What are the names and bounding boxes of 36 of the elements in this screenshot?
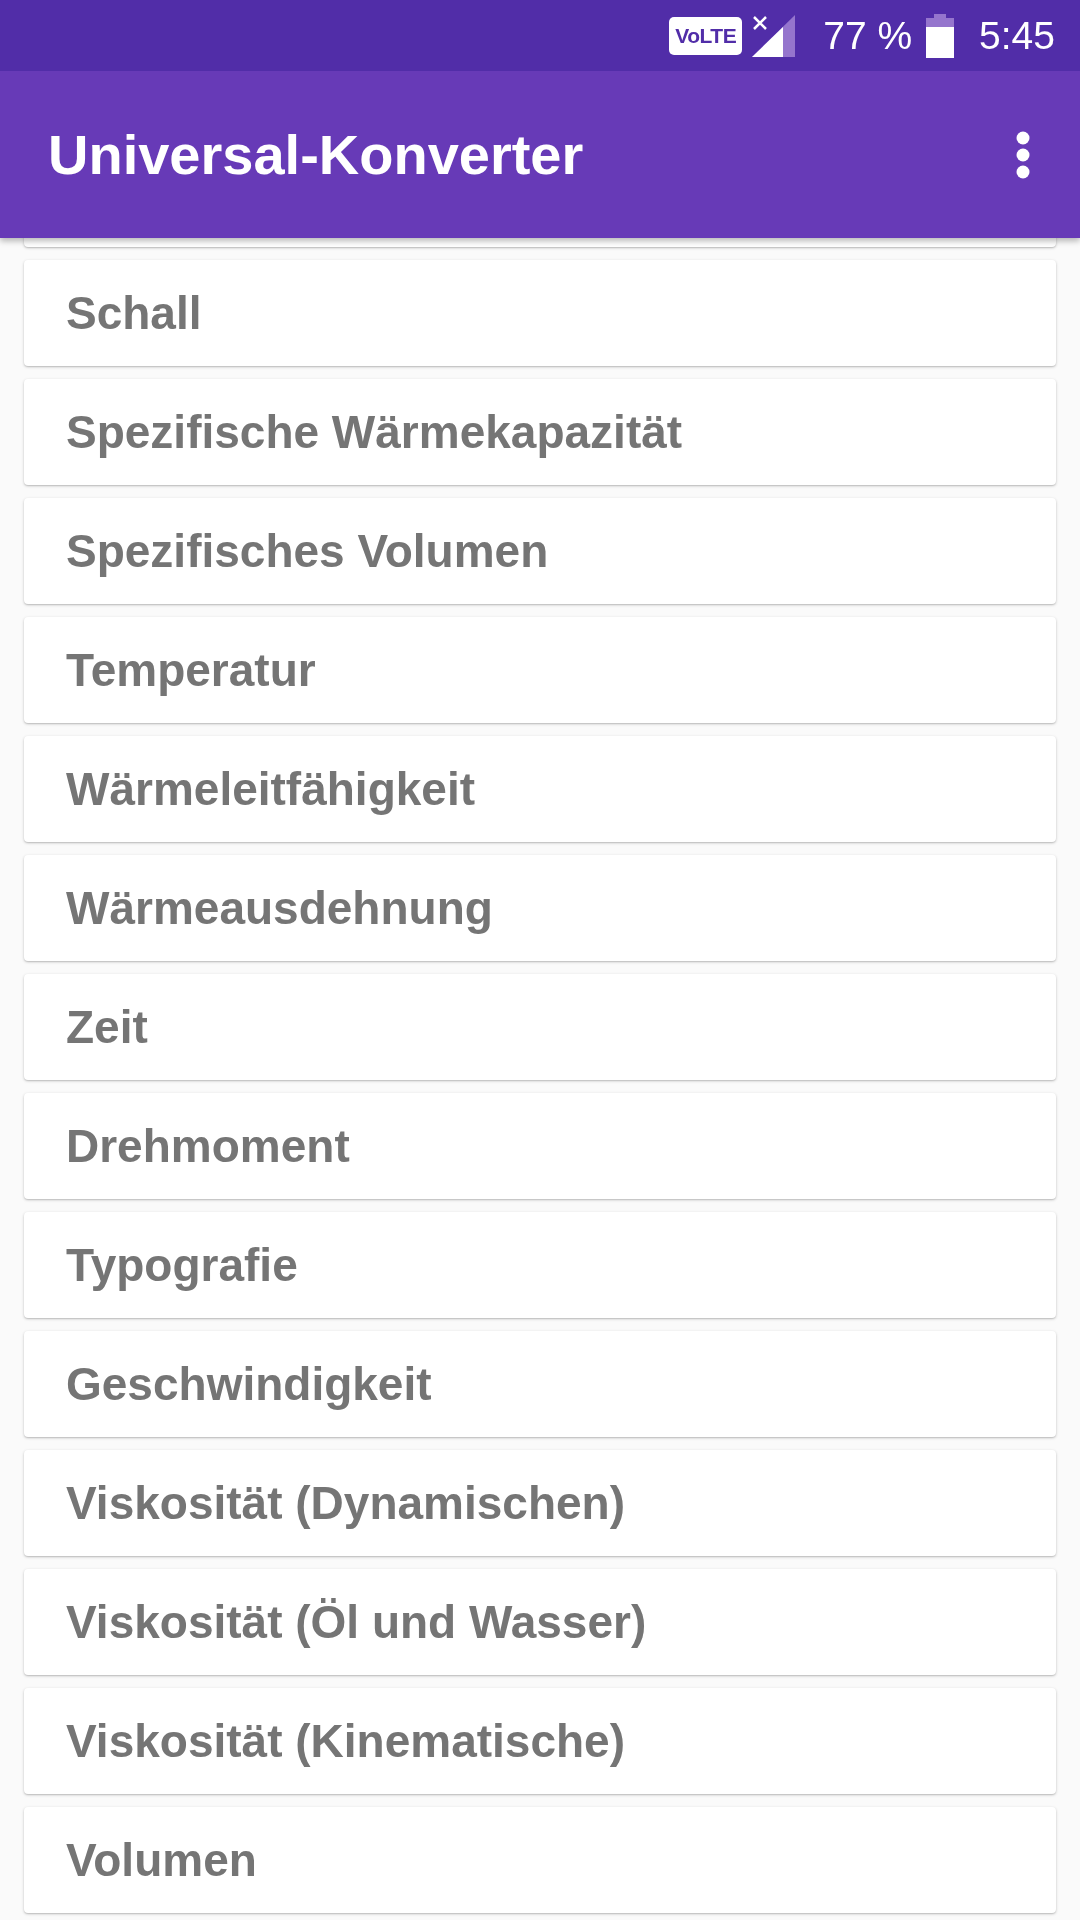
category-label: Typografie <box>66 1238 298 1292</box>
signal-icon <box>752 14 796 57</box>
category-label: Viskosität (Dynamischen) <box>66 1476 625 1530</box>
category-label: Spezifisches Volumen <box>66 524 549 578</box>
category-label: Temperatur <box>66 643 316 697</box>
category-card[interactable]: Volumen <box>24 1807 1056 1913</box>
category-card[interactable]: Spezifische Wärmekapazität <box>24 379 1056 485</box>
category-card[interactable]: Zeit <box>24 974 1056 1080</box>
category-card[interactable]: Spezifisches Volumen <box>24 498 1056 604</box>
category-label: Drehmoment <box>66 1119 350 1173</box>
category-label: Viskosität (Kinematische) <box>66 1714 625 1768</box>
category-label: Wärmeleitfähigkeit <box>66 762 475 816</box>
category-card[interactable]: Temperatur <box>24 617 1056 723</box>
category-card[interactable]: Drehmoment <box>24 1093 1056 1199</box>
category-card[interactable]: Geschwindigkeit <box>24 1331 1056 1437</box>
category-card[interactable]: Schall <box>24 260 1056 366</box>
category-card[interactable]: Viskosität (Dynamischen) <box>24 1450 1056 1556</box>
category-card[interactable]: Wärmeleitfähigkeit <box>24 736 1056 842</box>
battery-icon <box>926 13 955 58</box>
category-card[interactable]: Viskosität (Öl und Wasser) <box>24 1569 1056 1675</box>
clock-time: 5:45 <box>979 12 1055 59</box>
category-label: Wärmeausdehnung <box>66 881 493 935</box>
category-label: Schall <box>66 286 202 340</box>
battery-percent: 77 % <box>823 12 913 59</box>
category-card[interactable]: Wärmeausdehnung <box>24 855 1056 961</box>
category-label: Zeit <box>66 1000 148 1054</box>
category-card[interactable]: Viskosität (Kinematische) <box>24 1688 1056 1794</box>
category-label: Spezifische Wärmekapazität <box>66 405 683 459</box>
network-type-label: VoLTE <box>669 16 743 55</box>
category-card[interactable]: Typografie <box>24 1212 1056 1318</box>
menu-button[interactable] <box>1016 130 1030 179</box>
more-options-icon <box>1016 130 1030 179</box>
category-label: Geschwindigkeit <box>66 1357 432 1411</box>
app-title: Universal-Konverter <box>48 121 584 188</box>
category-label: Viskosität (Öl und Wasser) <box>66 1595 647 1649</box>
category-label: Volumen <box>66 1833 257 1887</box>
